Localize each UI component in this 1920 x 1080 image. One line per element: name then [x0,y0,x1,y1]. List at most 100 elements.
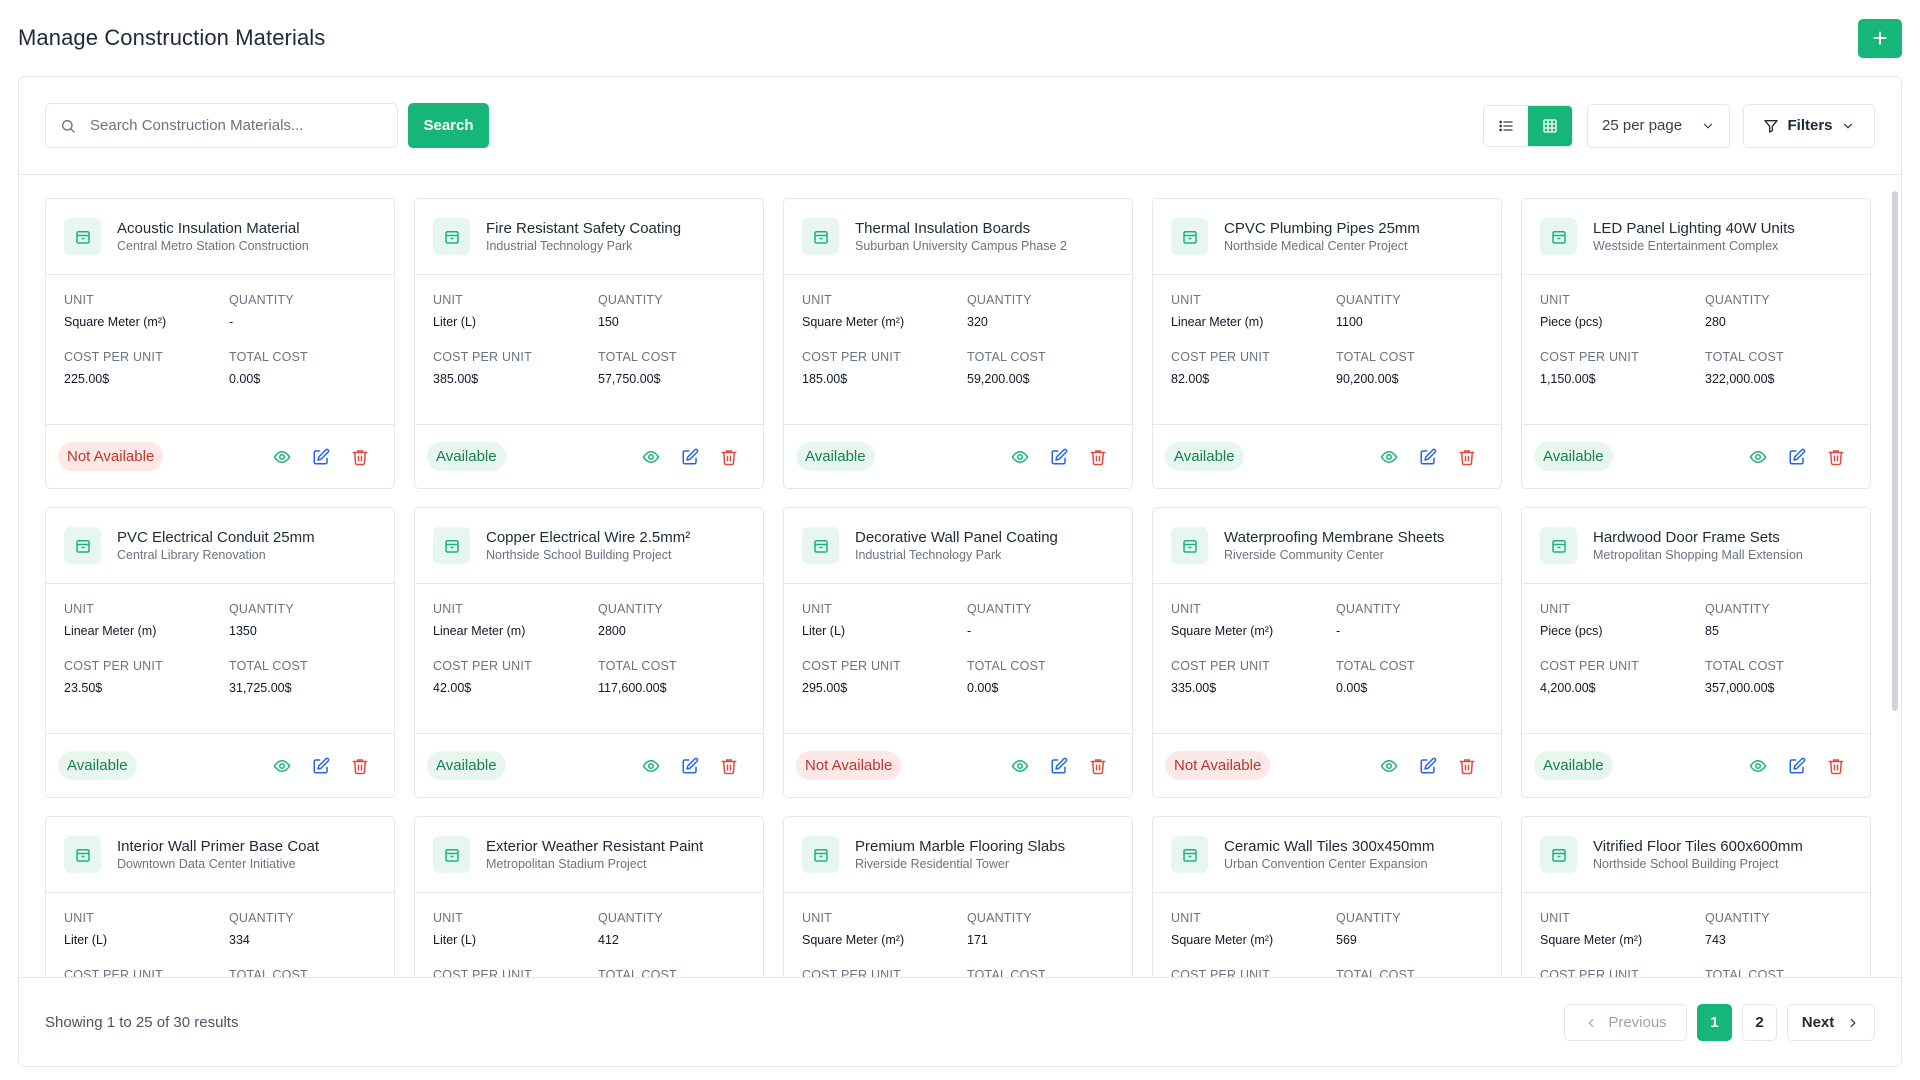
material-card: Vitrified Floor Tiles 600x600mm Northsid… [1521,816,1871,978]
material-name: Hardwood Door Frame Sets [1593,528,1780,546]
search-input[interactable] [90,117,383,134]
box-icon [1171,836,1208,873]
material-name: CPVC Plumbing Pipes 25mm [1224,219,1420,237]
previous-page-button[interactable]: Previous [1564,1004,1687,1041]
filters-button[interactable]: Filters [1743,103,1875,148]
edit-button[interactable] [680,447,700,467]
box-icon [802,527,839,564]
scrollbar[interactable] [1891,185,1899,885]
edit-button[interactable] [311,756,331,776]
card-details: UNIT Linear Meter (m) QUANTITY 1350 COST… [46,584,394,734]
card-details: UNIT Liter (L) QUANTITY - COST PER UNIT … [784,584,1132,734]
delete-button[interactable] [350,447,370,467]
edit-button[interactable] [1418,756,1438,776]
project-name: Industrial Technology Park [486,238,633,253]
edit-button[interactable] [680,756,700,776]
project-name: Downtown Data Center Initiative [117,856,296,871]
card-details: UNIT Square Meter (m²) QUANTITY 743 COST… [1522,893,1870,978]
chevron-down-icon [1703,123,1713,129]
view-button[interactable] [641,447,661,467]
trash-icon [1828,758,1844,774]
card-footer: Not Available [46,425,394,488]
per-page-select[interactable]: 25 per page [1587,103,1730,148]
delete-button[interactable] [719,756,739,776]
total-cost-value: 117,600.00$ [598,681,667,695]
view-button[interactable] [272,756,292,776]
box-icon [1540,836,1577,873]
quantity-value: 1100 [1336,315,1363,329]
trash-icon [1090,758,1106,774]
materials-grid-area: Acoustic Insulation Material Central Met… [19,176,1901,978]
total-cost-label: TOTAL COST [1336,350,1415,364]
cost-per-unit-value: 385.00$ [433,372,479,386]
unit-value: Square Meter (m²) [1171,624,1274,638]
quantity-label: QUANTITY [967,911,1032,925]
cost-per-unit-value: 42.00$ [433,681,472,695]
unit-value: Liter (L) [802,624,846,638]
cost-per-unit-label: COST PER UNIT [802,350,901,364]
card-footer: Not Available [784,734,1132,797]
page-1-button[interactable]: 1 [1697,1004,1732,1041]
delete-button[interactable] [1826,447,1846,467]
edit-icon [1051,448,1068,464]
cost-per-unit-value: 1,150.00$ [1540,372,1596,386]
edit-button[interactable] [1787,756,1807,776]
material-card: Acoustic Insulation Material Central Met… [45,198,395,489]
search-button[interactable]: Search [408,103,489,148]
card-details: UNIT Linear Meter (m) QUANTITY 2800 COST… [415,584,763,734]
trash-icon [352,449,368,465]
edit-button[interactable] [1049,756,1069,776]
view-button[interactable] [272,447,292,467]
view-button[interactable] [1748,447,1768,467]
search-box[interactable] [45,103,398,148]
material-name: Premium Marble Flooring Slabs [855,837,1066,855]
delete-button[interactable] [350,756,370,776]
list-view-button[interactable] [1484,105,1528,146]
grid-view-button[interactable] [1528,105,1572,146]
cost-per-unit-value: 335.00$ [1171,681,1217,695]
unit-label: UNIT [64,293,94,307]
card-header: Thermal Insulation Boards Suburban Unive… [784,199,1132,275]
quantity-label: QUANTITY [967,602,1032,616]
delete-button[interactable] [719,447,739,467]
unit-label: UNIT [1171,602,1201,616]
edit-button[interactable] [1049,447,1069,467]
view-button[interactable] [1010,756,1030,776]
edit-button[interactable] [1418,447,1438,467]
pagination: Previous 1 2 Next [1564,1004,1875,1041]
cost-per-unit-label: COST PER UNIT [1171,659,1270,673]
view-button[interactable] [1010,447,1030,467]
card-details: UNIT Square Meter (m²) QUANTITY 171 COST… [784,893,1132,978]
delete-button[interactable] [1826,756,1846,776]
quantity-label: QUANTITY [1705,293,1770,307]
card-actions [641,756,751,776]
eye-icon [1749,450,1767,463]
quantity-label: QUANTITY [1705,602,1770,616]
status-badge: Available [796,442,875,471]
quantity-label: QUANTITY [1705,911,1770,925]
status-badge: Not Available [1165,751,1271,780]
view-button[interactable] [1379,756,1399,776]
view-button[interactable] [641,756,661,776]
card-actions [272,447,382,467]
delete-button[interactable] [1088,447,1108,467]
view-button[interactable] [1748,756,1768,776]
next-page-button[interactable]: Next [1787,1004,1875,1041]
scrollbar-thumb[interactable] [1892,191,1898,711]
card-details: UNIT Linear Meter (m) QUANTITY 1100 COST… [1153,275,1501,425]
delete-button[interactable] [1088,756,1108,776]
trash-icon [1828,449,1844,465]
cost-per-unit-label: COST PER UNIT [1540,350,1639,364]
edit-button[interactable] [1787,447,1807,467]
trash-icon [1459,758,1475,774]
delete-button[interactable] [1457,447,1477,467]
box-icon [802,218,839,255]
total-cost-value: 0.00$ [1336,681,1368,695]
view-button[interactable] [1379,447,1399,467]
delete-button[interactable] [1457,756,1477,776]
page-2-button[interactable]: 2 [1742,1004,1777,1041]
add-material-button[interactable]: + [1858,18,1902,58]
results-summary: Showing 1 to 25 of 30 results [45,1014,239,1031]
trash-icon [721,449,737,465]
edit-button[interactable] [311,447,331,467]
